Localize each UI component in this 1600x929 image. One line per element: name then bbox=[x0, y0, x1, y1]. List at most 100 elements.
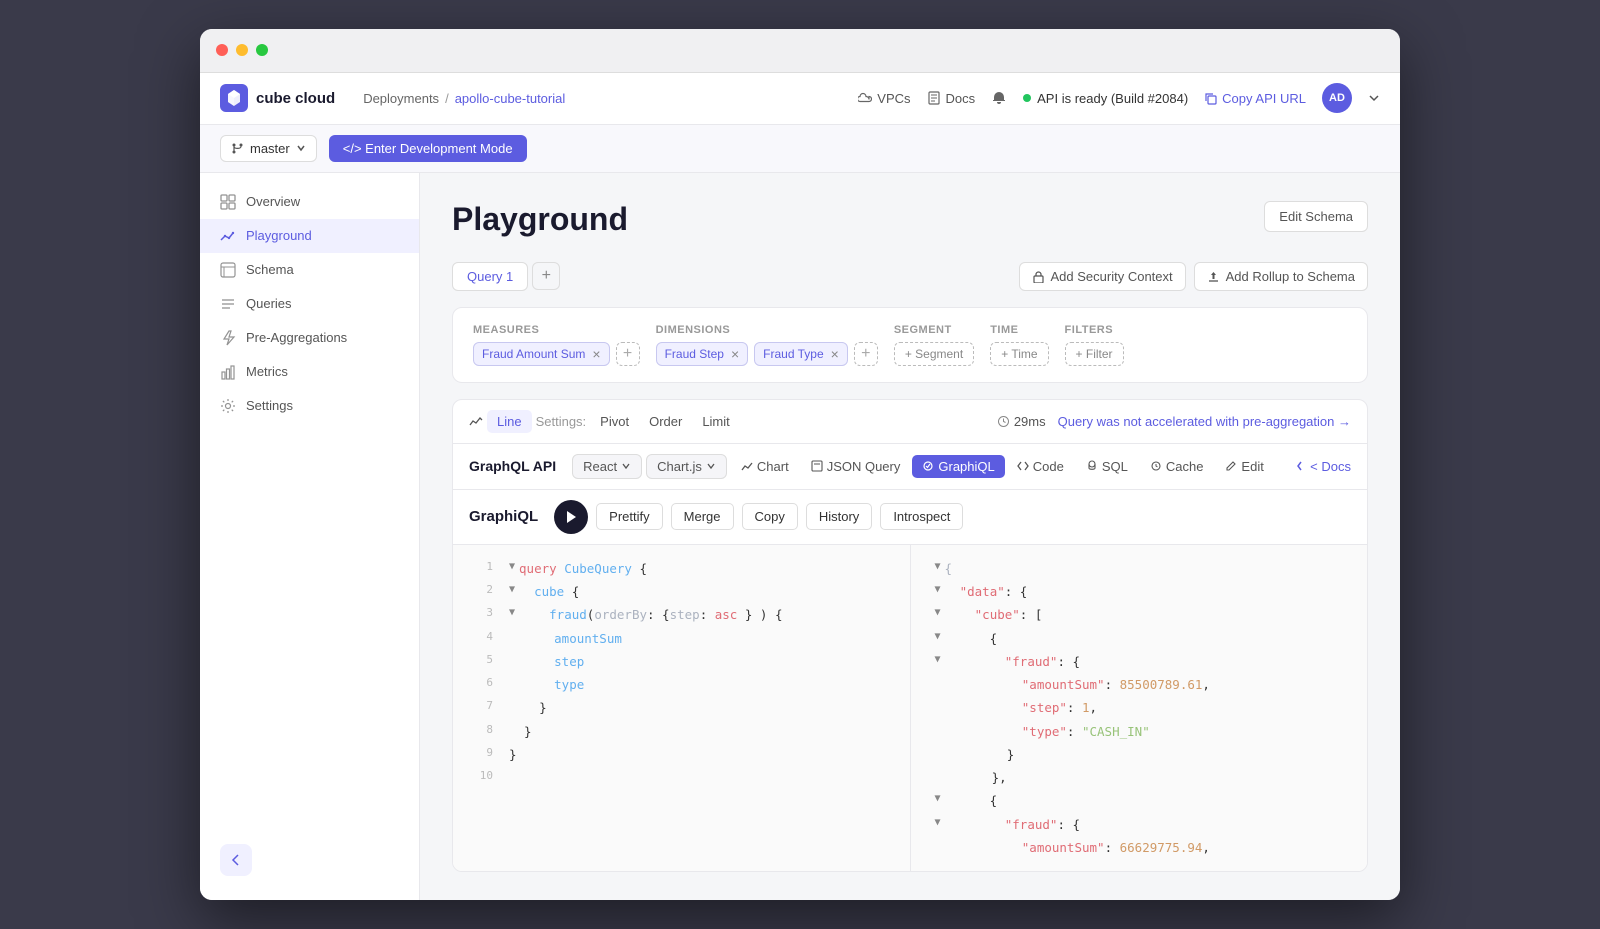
framework-react-label: React bbox=[583, 459, 617, 474]
sidebar-item-overview[interactable]: Overview bbox=[200, 185, 419, 219]
result-line-3: ▼ "cube": [ bbox=[911, 603, 1368, 626]
query-code-pane[interactable]: 1 ▼ query CubeQuery { 2 ▼ cube { 3 ▼ bbox=[453, 545, 911, 871]
add-filter-button[interactable]: + Filter bbox=[1065, 342, 1124, 366]
introspect-button[interactable]: Introspect bbox=[880, 503, 963, 530]
add-segment-button[interactable]: + Segment bbox=[894, 342, 974, 366]
result-line-12: ▼ "fraud": { bbox=[911, 813, 1368, 836]
api-status-text: API is ready (Build #2084) bbox=[1037, 91, 1188, 106]
maximize-button[interactable] bbox=[256, 44, 268, 56]
view-tab-code[interactable]: Code bbox=[1007, 455, 1074, 478]
close-button[interactable] bbox=[216, 44, 228, 56]
vpcs-label: VPCs bbox=[877, 91, 910, 106]
filters-label: FILTERS bbox=[1065, 324, 1124, 336]
view-tab-cache[interactable]: Cache bbox=[1140, 455, 1214, 478]
framework-chartjs-selector[interactable]: Chart.js bbox=[646, 454, 727, 479]
view-tab-chart-label: Chart bbox=[757, 459, 789, 474]
traffic-lights bbox=[216, 44, 268, 56]
view-tab-edit[interactable]: Edit bbox=[1215, 455, 1273, 478]
query-metrics: 29ms Query was not accelerated with pre-… bbox=[997, 414, 1351, 429]
add-security-context-button[interactable]: Add Security Context bbox=[1019, 262, 1186, 291]
order-button[interactable]: Order bbox=[641, 410, 690, 433]
enter-dev-mode-button[interactable]: </> Enter Development Mode bbox=[329, 135, 527, 162]
breadcrumb-current-project[interactable]: apollo-cube-tutorial bbox=[455, 91, 566, 106]
code-view-icon bbox=[1017, 460, 1029, 472]
copy-api-url-button[interactable]: Copy API URL bbox=[1204, 91, 1306, 106]
result-line-7: "step": 1, bbox=[911, 696, 1368, 719]
graphiql-docs-link[interactable]: < Docs bbox=[1294, 459, 1351, 474]
breadcrumb: Deployments / apollo-cube-tutorial bbox=[363, 91, 565, 106]
dimension-chip-fraud-type-remove[interactable]: × bbox=[831, 347, 839, 361]
docs-chevron-left-icon bbox=[1294, 460, 1306, 472]
view-tab-graphiql[interactable]: GraphiQL bbox=[912, 455, 1004, 478]
measure-chip-label: Fraud Amount Sum bbox=[482, 347, 585, 361]
merge-button[interactable]: Merge bbox=[671, 503, 734, 530]
view-tab-json-query[interactable]: JSON Query bbox=[801, 455, 911, 478]
history-button[interactable]: History bbox=[806, 503, 872, 530]
chart-type-line-button[interactable]: Line bbox=[487, 410, 532, 433]
docs-link[interactable]: Docs bbox=[927, 91, 976, 106]
code-line-1: 1 ▼ query CubeQuery { bbox=[453, 557, 910, 580]
chart-section: Line Settings: Pivot Order Limit 29ms bbox=[452, 399, 1368, 872]
cloud-icon bbox=[858, 91, 872, 105]
sidebar-item-playground[interactable]: Playground bbox=[200, 219, 419, 253]
view-tab-code-label: Code bbox=[1033, 459, 1064, 474]
sidebar-item-metrics[interactable]: Metrics bbox=[200, 355, 419, 389]
notifications-bell[interactable] bbox=[991, 90, 1007, 106]
bolt-icon bbox=[220, 330, 236, 346]
chart-view-icon bbox=[741, 460, 753, 472]
topnav-right: VPCs Docs API is ready (Build #2084) bbox=[858, 83, 1380, 113]
sidebar: Overview Playground Schema bbox=[200, 173, 420, 900]
add-query-tab-button[interactable]: + bbox=[532, 262, 560, 290]
view-tab-chart[interactable]: Chart bbox=[731, 455, 799, 478]
page-title: Playground bbox=[452, 201, 628, 238]
measures-section: MEASURES Fraud Amount Sum × + bbox=[473, 324, 640, 366]
add-dimension-button[interactable]: + bbox=[854, 342, 878, 366]
branch-selector[interactable]: master bbox=[220, 135, 317, 162]
framework-react-selector[interactable]: React bbox=[572, 454, 642, 479]
limit-button[interactable]: Limit bbox=[694, 410, 737, 433]
chartjs-chevron-icon bbox=[706, 461, 716, 471]
edit-view-icon bbox=[1225, 460, 1237, 472]
avatar[interactable]: AD bbox=[1322, 83, 1352, 113]
api-status: API is ready (Build #2084) bbox=[1023, 91, 1188, 106]
prettify-button[interactable]: Prettify bbox=[596, 503, 662, 530]
sidebar-item-settings[interactable]: Settings bbox=[200, 389, 419, 423]
view-tabs: Chart JSON Query bbox=[731, 455, 1274, 478]
add-rollup-to-schema-button[interactable]: Add Rollup to Schema bbox=[1194, 262, 1368, 291]
user-menu-chevron-icon[interactable] bbox=[1368, 92, 1380, 104]
query-tab-1[interactable]: Query 1 bbox=[452, 262, 528, 291]
add-rollup-label: Add Rollup to Schema bbox=[1226, 269, 1355, 284]
edit-schema-button[interactable]: Edit Schema bbox=[1264, 201, 1368, 232]
sidebar-item-queries[interactable]: Queries bbox=[200, 287, 419, 321]
minimize-button[interactable] bbox=[236, 44, 248, 56]
sidebar-item-overview-label: Overview bbox=[246, 194, 300, 209]
chart-line-icon bbox=[220, 228, 236, 244]
bell-icon bbox=[991, 90, 1007, 106]
dimension-chip-fraud-step-remove[interactable]: × bbox=[731, 347, 739, 361]
measure-chip-remove[interactable]: × bbox=[592, 347, 600, 361]
add-measure-button[interactable]: + bbox=[616, 342, 640, 366]
sidebar-bottom bbox=[200, 832, 419, 888]
not-accelerated-link[interactable]: Query was not accelerated with pre-aggre… bbox=[1058, 414, 1351, 429]
dimension-chip-fraud-type[interactable]: Fraud Type × bbox=[754, 342, 848, 366]
vpcs-link[interactable]: VPCs bbox=[858, 91, 910, 106]
view-tab-sql[interactable]: SQL bbox=[1076, 455, 1138, 478]
copy-button[interactable]: Copy bbox=[742, 503, 798, 530]
run-query-button[interactable] bbox=[554, 500, 588, 534]
sidebar-item-pre-aggregations[interactable]: Pre-Aggregations bbox=[200, 321, 419, 355]
sidebar-item-schema[interactable]: Schema bbox=[200, 253, 419, 287]
result-line-5: ▼ "fraud": { bbox=[911, 650, 1368, 673]
breadcrumb-deployments[interactable]: Deployments bbox=[363, 91, 439, 106]
code-line-3: 3 ▼ fraud(orderBy: {step: asc } ) { bbox=[453, 603, 910, 626]
measure-chip-fraud-amount-sum[interactable]: Fraud Amount Sum × bbox=[473, 342, 610, 366]
pivot-button[interactable]: Pivot bbox=[592, 410, 637, 433]
add-time-button[interactable]: + Time bbox=[990, 342, 1048, 366]
result-line-11: ▼ { bbox=[911, 789, 1368, 812]
titlebar bbox=[200, 29, 1400, 73]
query-builder: MEASURES Fraud Amount Sum × + DIMENSIONS bbox=[452, 307, 1368, 383]
cube-cloud-logo-icon bbox=[220, 84, 248, 112]
avatar-initials: AD bbox=[1329, 92, 1345, 104]
result-line-6: "amountSum": 85500789.61, bbox=[911, 673, 1368, 696]
sidebar-collapse-button[interactable] bbox=[220, 844, 252, 876]
dimension-chip-fraud-step[interactable]: Fraud Step × bbox=[656, 342, 749, 366]
